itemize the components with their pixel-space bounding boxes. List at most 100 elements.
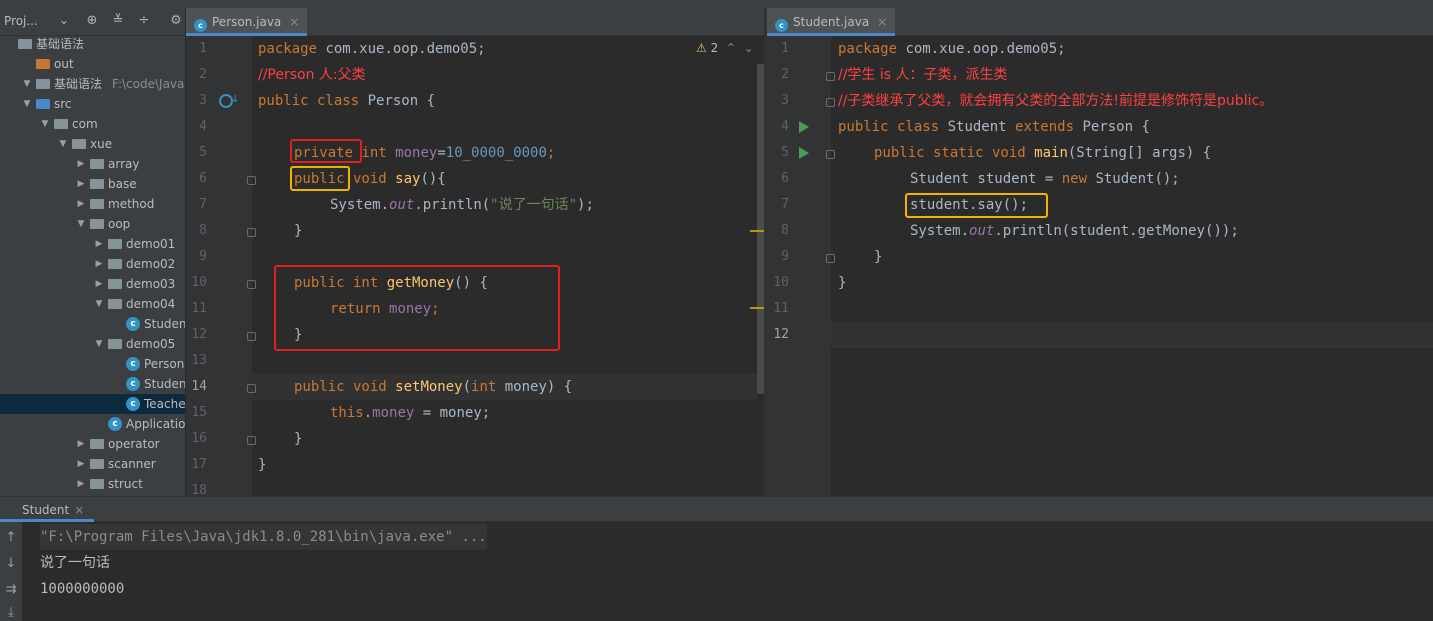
fold-marker-icon[interactable] bbox=[826, 150, 835, 159]
right-editor[interactable]: 1 2 3 4 5 6 7 8 9 10 11 12 package com.xue.oop.demo… bbox=[767, 36, 1433, 496]
fold-marker-icon[interactable] bbox=[826, 254, 835, 263]
tree-item-demo03[interactable]: ▶ demo03 bbox=[0, 274, 185, 294]
code-line-1: package com.xue.oop.demo05; bbox=[838, 41, 1066, 57]
folder-icon bbox=[90, 159, 104, 169]
tree-item-method[interactable]: ▶ method bbox=[0, 194, 185, 214]
tree-item-demo01[interactable]: ▶ demo01 bbox=[0, 234, 185, 254]
tree-item-src[interactable]: ▼ src bbox=[0, 94, 185, 114]
tree-item-student[interactable]: c Student bbox=[0, 374, 185, 394]
tree-item-label: src bbox=[54, 97, 72, 111]
left-editor-scrollbar[interactable] bbox=[757, 64, 764, 394]
close-icon[interactable]: × bbox=[289, 15, 299, 29]
tree-item-person[interactable]: c Person bbox=[0, 354, 185, 374]
soft-wrap-icon[interactable]: ⇉ bbox=[3, 582, 19, 598]
run-icon[interactable] bbox=[799, 121, 809, 133]
line-number: 16 bbox=[191, 431, 207, 446]
chevron-down-icon[interactable]: ▼ bbox=[76, 214, 86, 234]
tab-person-java[interactable]: c Person.java × bbox=[186, 8, 308, 36]
tree-item-base[interactable]: ▶ base bbox=[0, 174, 185, 194]
chevron-down-icon[interactable]: ▼ bbox=[94, 334, 104, 354]
line-number: 4 bbox=[199, 119, 207, 134]
close-icon[interactable]: × bbox=[74, 503, 84, 517]
project-view-selector[interactable]: Proj... bbox=[4, 14, 38, 28]
tree-item-student[interactable]: c Student bbox=[0, 314, 185, 334]
close-icon[interactable]: × bbox=[877, 15, 887, 29]
chevron-down-icon[interactable]: ⌄ bbox=[56, 13, 72, 29]
line-number: 14 bbox=[191, 379, 207, 394]
collapse-all-icon[interactable]: ÷ bbox=[136, 13, 152, 29]
tree-item-xue[interactable]: ▼ xue bbox=[0, 134, 185, 154]
scroll-to-end-icon[interactable]: ⤓ bbox=[3, 605, 19, 621]
tree-item-label: com bbox=[72, 117, 98, 131]
code-line-14: public void setMoney(int money) { bbox=[294, 379, 573, 395]
warning-indicator[interactable]: ⚠ 2 ⌃ ⌄ bbox=[696, 41, 754, 55]
fold-marker-icon[interactable] bbox=[247, 436, 256, 445]
tree-item-demo05[interactable]: ▼ demo05 bbox=[0, 334, 185, 354]
folder-icon bbox=[108, 279, 122, 289]
chevron-right-icon[interactable]: ▶ bbox=[76, 454, 86, 474]
run-panel-tabbar: Student × bbox=[0, 496, 1433, 522]
breadcrumb-bar bbox=[0, 0, 1433, 8]
run-tab-student[interactable]: Student × bbox=[0, 497, 95, 522]
tree-item-operator[interactable]: ▶ operator bbox=[0, 434, 185, 454]
chevron-down-icon[interactable]: ▼ bbox=[40, 114, 50, 134]
tree-item-teacher[interactable]: c Teacher bbox=[0, 394, 185, 414]
tree-item-array[interactable]: ▶ array bbox=[0, 154, 185, 174]
chevron-down-icon[interactable]: ▼ bbox=[94, 294, 104, 314]
console-output[interactable]: "F:\Program Files\Java\jdk1.8.0_281\bin\… bbox=[22, 522, 1433, 621]
code-line-1: package com.xue.oop.demo05; bbox=[258, 41, 486, 57]
right-editor-tabbar: c Student.java × bbox=[767, 8, 1433, 36]
chevron-right-icon[interactable]: ▶ bbox=[76, 434, 86, 454]
code-line-2: //Person 人:父类 bbox=[258, 67, 366, 83]
chevron-right-icon[interactable]: ▶ bbox=[76, 474, 86, 494]
expand-all-icon[interactable]: ≚ bbox=[110, 13, 126, 29]
class-icon: c bbox=[126, 397, 140, 411]
fold-marker-icon[interactable] bbox=[247, 228, 256, 237]
chevron-right-icon[interactable]: ▶ bbox=[94, 274, 104, 294]
code-line-9: } bbox=[874, 249, 883, 265]
line-number: 11 bbox=[191, 301, 207, 316]
fold-marker-icon[interactable] bbox=[247, 176, 256, 185]
left-editor[interactable]: 1 2 3 4 5 6 7 8 9 10 11 12 13 14 15 16 17 18 ⚠ 2 ⌃ ⌄ pack… bbox=[186, 36, 764, 496]
code-line-3: public class Person { bbox=[258, 93, 436, 109]
tree-item--[interactable]: ▼ 基础语法 F:\code\JavaSE\基 bbox=[0, 74, 185, 94]
tree-item-application[interactable]: c Application bbox=[0, 414, 185, 434]
tree-item-label: xue bbox=[90, 137, 113, 151]
chevron-down-icon[interactable]: ⌄ bbox=[744, 41, 754, 55]
chevron-right-icon[interactable]: ▶ bbox=[76, 174, 86, 194]
chevron-down-icon[interactable]: ▼ bbox=[58, 134, 68, 154]
module-path: F:\code\JavaSE\基 bbox=[112, 77, 185, 91]
line-number: 9 bbox=[199, 249, 207, 264]
run-side-toolbar: ↑ ↓ ⇉ ⤓ bbox=[0, 522, 22, 621]
chevron-right-icon[interactable]: ▶ bbox=[94, 234, 104, 254]
tab-label: Person.java bbox=[212, 15, 282, 29]
chevron-right-icon[interactable]: ▶ bbox=[76, 194, 86, 214]
tree-item-struct[interactable]: ▶ struct bbox=[0, 474, 185, 494]
tree-item-demo04[interactable]: ▼ demo04 bbox=[0, 294, 185, 314]
arrow-down-icon[interactable]: ↓ bbox=[3, 556, 19, 572]
chevron-down-icon[interactable]: ▼ bbox=[22, 94, 32, 114]
tree-item-scanner[interactable]: ▶ scanner bbox=[0, 454, 185, 474]
chevron-right-icon[interactable]: ▶ bbox=[94, 254, 104, 274]
fold-marker-icon[interactable] bbox=[826, 98, 835, 107]
tree-item--[interactable]: 基础语法 bbox=[0, 34, 185, 54]
chevron-down-icon[interactable]: ▼ bbox=[22, 74, 32, 94]
fold-marker-icon[interactable] bbox=[247, 384, 256, 393]
tab-student-java[interactable]: c Student.java × bbox=[767, 8, 896, 36]
left-editor-tabbar: c Person.java × bbox=[186, 8, 764, 36]
fold-marker-icon[interactable] bbox=[247, 332, 256, 341]
fold-marker-icon[interactable] bbox=[247, 280, 256, 289]
gear-icon[interactable]: ⚙ bbox=[168, 13, 184, 29]
chevron-right-icon[interactable]: ▶ bbox=[76, 154, 86, 174]
tree-item-com[interactable]: ▼ com bbox=[0, 114, 185, 134]
arrow-up-icon[interactable]: ↑ bbox=[3, 530, 19, 546]
tree-item-out[interactable]: out bbox=[0, 54, 185, 74]
locate-icon[interactable]: ⊕ bbox=[84, 13, 100, 29]
tree-item-demo02[interactable]: ▶ demo02 bbox=[0, 254, 185, 274]
chevron-up-icon[interactable]: ⌃ bbox=[726, 41, 736, 55]
run-icon[interactable] bbox=[799, 147, 809, 159]
code-line-2: //学生 is 人：子类，派生类 bbox=[838, 67, 1008, 83]
code-line-10: } bbox=[838, 275, 847, 291]
fold-marker-icon[interactable] bbox=[826, 72, 835, 81]
tree-item-oop[interactable]: ▼ oop bbox=[0, 214, 185, 234]
